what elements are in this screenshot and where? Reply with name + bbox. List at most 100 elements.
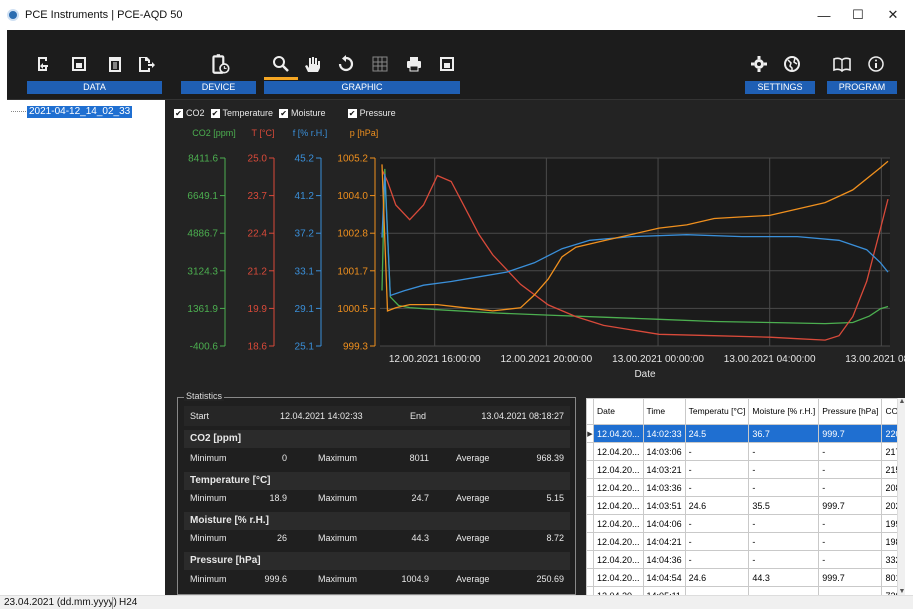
table-cell: 12.04.20... [593, 532, 644, 551]
table-row[interactable]: 12.04.20... 14:03:06- - -2173 [586, 442, 905, 461]
settings-gear-icon[interactable] [747, 52, 771, 76]
minimize-button[interactable]: — [807, 0, 841, 30]
table-cell: 14:05:11 [642, 586, 686, 595]
y-tick-label: 18.6 [248, 342, 268, 353]
row-indicator [586, 478, 594, 497]
table-cell: - [818, 478, 883, 497]
y-tick-label: 6649.1 [187, 191, 218, 202]
y-tick-label: 25.0 [248, 154, 268, 165]
group-label-device: DEVICE [181, 81, 256, 94]
pressure-max: 1004.9 [401, 574, 429, 584]
print-icon[interactable] [402, 52, 426, 76]
manual-book-icon[interactable] [830, 52, 854, 76]
max-label: Maximum [318, 453, 358, 463]
checkbox-temperature[interactable]: ✔ Temperature [210, 108, 274, 118]
column-header[interactable]: Temperatu [°C] [684, 398, 750, 425]
checkmark-icon: ✔ [174, 108, 183, 118]
table-row[interactable]: 12.04.20... 14:04:06- - -1997 [586, 514, 905, 533]
y-tick-label: 33.1 [295, 266, 315, 277]
stats-co2-row: Minimum 0 Maximum 8011 Average 968.39 [184, 448, 570, 468]
stats-co2-title: CO2 [ppm] [184, 430, 570, 448]
moisture-min: 26 [276, 533, 287, 543]
table-cell: 12.04.20... [593, 496, 644, 515]
y-tick-label: 999.3 [343, 342, 368, 353]
language-icon[interactable] [780, 52, 804, 76]
row-indicator-header [586, 398, 594, 425]
pan-icon[interactable] [300, 52, 324, 76]
table-scrollbar[interactable]: ▲ ▼ [897, 398, 905, 595]
tree-node-measurement[interactable]: 2021-04-12_14_02_33 [27, 106, 133, 118]
temperature-avg: 5.15 [546, 493, 564, 503]
stats-pressure-title: Pressure [hPa] [184, 552, 570, 570]
checkmark-icon: ✔ [210, 108, 220, 118]
table-cell: - [748, 514, 820, 533]
y-axis-title: f [% r.H.] [293, 128, 328, 138]
table-cell: 35.5 [748, 496, 820, 515]
table-cell: - [818, 442, 883, 461]
table-header-row: Date Time Temperatu [°C] Moisture [% r.H.] P… [586, 398, 905, 425]
checkbox-co2[interactable]: ✔ CO2 [174, 108, 205, 118]
series-checkboxes: ✔ CO2 ✔ Temperature ✔ Moisture ✔ Pressure [174, 106, 402, 120]
delete-icon[interactable] [103, 52, 127, 76]
table-row[interactable]: 12.04.20...14:05:11---7303 [586, 586, 905, 595]
end-label: End [410, 411, 427, 421]
save-image-icon[interactable] [435, 52, 459, 76]
y-tick-label: -400.6 [190, 342, 219, 353]
grid-icon[interactable] [368, 52, 392, 76]
x-tick-label: 13.00.2021 00:00:00 [612, 354, 704, 365]
zoom-icon[interactable] [269, 52, 293, 76]
max-label: Maximum [318, 493, 358, 503]
open-icon[interactable] [32, 52, 56, 76]
checkbox-pressure[interactable]: ✔ Pressure [347, 108, 396, 118]
column-header[interactable]: Time [642, 398, 686, 425]
max-label: Maximum [318, 533, 358, 543]
statistics-panel: Statistics Start 12.04.2021 14:02:33 End… [177, 391, 576, 595]
measurement-chart[interactable]: 12.00.2021 16:00:00 12.00.2021 20:00:00 13… [170, 122, 905, 392]
checkmark-icon: ✔ [279, 108, 289, 118]
stats-moisture-title-text: Moisture [% r.H.] [190, 515, 269, 526]
column-header[interactable]: Pressure [hPa] [818, 398, 883, 425]
table-cell: - [684, 532, 750, 551]
column-header[interactable]: Date [593, 398, 644, 425]
start-label: Start [190, 411, 210, 421]
device-read-icon[interactable] [206, 50, 234, 78]
reset-icon[interactable] [334, 52, 358, 76]
y-tick-label: 25.1 [295, 342, 315, 353]
table-row[interactable]: 12.04.20... 14:03:36- - -2083 [586, 478, 905, 497]
file-tree: 2021-04-12_14_02_33 [7, 100, 165, 595]
table-cell: - [748, 550, 820, 569]
row-indicator [586, 550, 594, 569]
statistics-legend: Statistics [184, 391, 225, 401]
table-cell: 14:03:36 [642, 478, 686, 497]
table-row[interactable]: ▶ 12.04.20... 14:02:33 24.5 36.7 999.7 2202 [586, 424, 905, 443]
data-table: Date Time Temperatu [°C] Moisture [% r.H.] P… [586, 398, 905, 595]
table-row[interactable]: 12.04.20... 14:04:36- - -3324 [586, 550, 905, 569]
table-row[interactable]: 12.04.20... 14:04:21- - -1989 [586, 532, 905, 551]
scroll-up-icon[interactable]: ▲ [898, 398, 906, 405]
table-cell: 12.04.20... [593, 586, 644, 595]
export-icon[interactable] [134, 52, 158, 76]
status-time-mode: H24 [119, 597, 138, 608]
table-row[interactable]: 12.04.20... 14:03:51 24.6 35.5 999.7 2029 [586, 496, 905, 515]
close-button[interactable]: ✕ [876, 0, 910, 30]
save-icon[interactable] [67, 52, 91, 76]
column-header[interactable]: Moisture [% r.H.] [748, 398, 820, 425]
table-cell: 999.7 [818, 424, 883, 443]
checkbox-temperature-label: Temperature [222, 108, 274, 118]
y-tick-label: 45.2 [295, 154, 315, 165]
table-row[interactable]: 12.04.20... 14:03:21- - -2158 [586, 460, 905, 479]
table-cell: 24.6 [684, 568, 750, 587]
y-tick-label: 21.2 [248, 266, 268, 277]
checkbox-moisture[interactable]: ✔ Moisture [279, 108, 326, 118]
stats-start-end-row: Start 12.04.2021 14:02:33 End 13.04.2021… [184, 406, 570, 426]
min-label: Minimum [190, 533, 227, 543]
avg-label: Average [456, 453, 490, 463]
data-grid[interactable]: Date Time Temperatu [°C] Moisture [% r.H.] P… [586, 398, 905, 595]
maximize-button[interactable]: ☐ [841, 0, 875, 30]
scroll-down-icon[interactable]: ▼ [898, 588, 906, 595]
table-cell: 12.04.20... [593, 460, 644, 479]
main-panel: ✔ CO2 ✔ Temperature ✔ Moisture ✔ Pressure 12… [170, 100, 905, 595]
table-cell: 36.7 [748, 424, 820, 443]
table-row[interactable]: 12.04.20... 14:04:54 24.6 44.3 999.7 8011 [586, 568, 905, 587]
info-icon[interactable] [864, 52, 888, 76]
